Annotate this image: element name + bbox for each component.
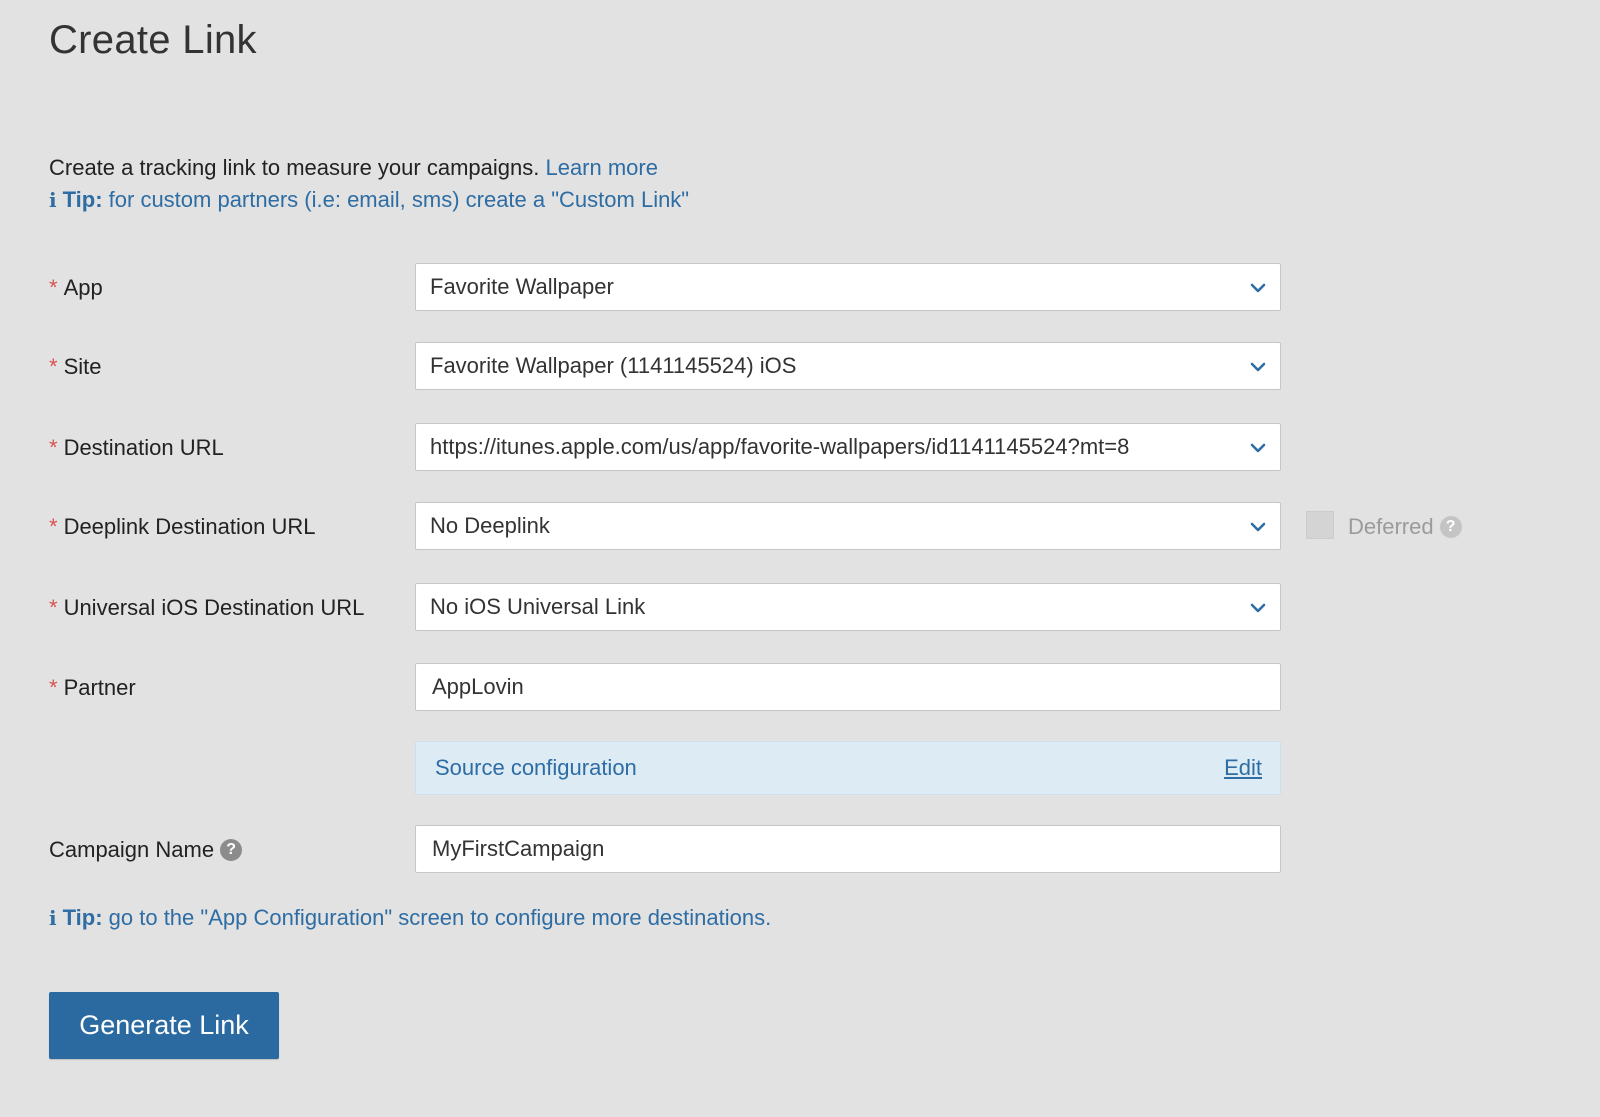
partner-input-value: AppLovin xyxy=(432,674,524,699)
required-marker: * xyxy=(49,675,58,700)
site-label: * Site xyxy=(49,342,101,392)
partner-label-text: Partner xyxy=(63,675,136,700)
intro-section: Create a tracking link to measure your c… xyxy=(49,152,689,216)
destination-url-value: https://itunes.apple.com/us/app/favorite… xyxy=(430,434,1130,459)
deeplink-url-select[interactable]: No Deeplink xyxy=(415,502,1281,550)
generate-link-button[interactable]: Generate Link xyxy=(49,992,279,1059)
info-icon: i xyxy=(49,906,57,930)
required-marker: * xyxy=(49,354,58,379)
universal-ios-url-label: * Universal iOS Destination URL xyxy=(49,583,364,633)
learn-more-link[interactable]: Learn more xyxy=(545,155,658,180)
site-select[interactable]: Favorite Wallpaper (1141145524) iOS xyxy=(415,342,1281,390)
page-title: Create Link xyxy=(49,18,257,62)
deeplink-url-row: * Deeplink Destination URL No Deeplink De… xyxy=(49,502,1549,552)
source-configuration-label: Source configuration xyxy=(435,755,637,780)
site-select-value: Favorite Wallpaper (1141145524) iOS xyxy=(430,353,797,378)
required-marker: * xyxy=(49,595,58,620)
site-row: * Site Favorite Wallpaper (1141145524) iO… xyxy=(49,342,1549,392)
app-configuration-tip: i Tip: go to the "App Configuration" scre… xyxy=(49,902,771,934)
destination-url-label-text: Destination URL xyxy=(63,435,224,460)
help-icon[interactable]: ? xyxy=(1439,516,1462,539)
tip-label: Tip: xyxy=(62,187,103,212)
partner-row: * Partner AppLovin xyxy=(49,663,1549,713)
deferred-checkbox[interactable] xyxy=(1306,511,1334,540)
chevron-down-icon xyxy=(1250,443,1266,453)
campaign-name-row: Campaign Name? MyFirstCampaign xyxy=(49,825,1549,875)
deferred-option: Deferred? xyxy=(1306,502,1462,552)
partner-label: * Partner xyxy=(49,663,136,713)
destination-url-row: * Destination URL https://itunes.apple.co… xyxy=(49,423,1549,473)
deeplink-url-label-text: Deeplink Destination URL xyxy=(63,514,316,539)
app-label-text: App xyxy=(63,275,103,300)
intro-line: Create a tracking link to measure your c… xyxy=(49,152,689,184)
required-marker: * xyxy=(49,435,58,460)
source-configuration-edit-link[interactable]: Edit xyxy=(1224,742,1262,794)
intro-text: Create a tracking link to measure your c… xyxy=(49,155,540,180)
universal-ios-url-label-text: Universal iOS Destination URL xyxy=(63,595,365,620)
campaign-name-input-value: MyFirstCampaign xyxy=(432,836,605,861)
help-icon[interactable]: ? xyxy=(220,839,243,862)
app-row: * App Favorite Wallpaper xyxy=(49,263,1549,313)
campaign-name-label: Campaign Name? xyxy=(49,825,243,875)
deferred-label: Deferred xyxy=(1348,514,1434,539)
deeplink-url-value: No Deeplink xyxy=(430,513,550,538)
custom-link-tip-text[interactable]: for custom partners (i.e: email, sms) cr… xyxy=(109,187,689,212)
app-configuration-tip-text[interactable]: go to the "App Configuration" screen to … xyxy=(109,905,772,930)
universal-ios-url-value: No iOS Universal Link xyxy=(430,594,646,619)
site-label-text: Site xyxy=(63,354,102,379)
campaign-name-label-text: Campaign Name xyxy=(49,837,215,862)
required-marker: * xyxy=(49,275,58,300)
partner-input[interactable]: AppLovin xyxy=(415,663,1281,711)
app-select[interactable]: Favorite Wallpaper xyxy=(415,263,1281,311)
universal-ios-url-select[interactable]: No iOS Universal Link xyxy=(415,583,1281,631)
tip-label: Tip: xyxy=(62,905,103,930)
chevron-down-icon xyxy=(1250,283,1266,293)
chevron-down-icon xyxy=(1250,362,1266,372)
app-select-value: Favorite Wallpaper xyxy=(430,274,614,299)
chevron-down-icon xyxy=(1250,522,1266,532)
deeplink-url-label: * Deeplink Destination URL xyxy=(49,502,315,552)
app-label: * App xyxy=(49,263,103,313)
chevron-down-icon xyxy=(1250,603,1266,613)
custom-link-tip: i Tip: for custom partners (i.e: email, s… xyxy=(49,184,689,216)
destination-url-label: * Destination URL xyxy=(49,423,224,473)
campaign-name-input[interactable]: MyFirstCampaign xyxy=(415,825,1281,873)
destination-url-select[interactable]: https://itunes.apple.com/us/app/favorite… xyxy=(415,423,1281,471)
universal-ios-url-row: * Universal iOS Destination URL No iOS Un… xyxy=(49,583,1549,633)
info-icon: i xyxy=(49,188,57,212)
source-configuration-panel: Source configuration Edit xyxy=(415,741,1281,795)
required-marker: * xyxy=(49,514,58,539)
